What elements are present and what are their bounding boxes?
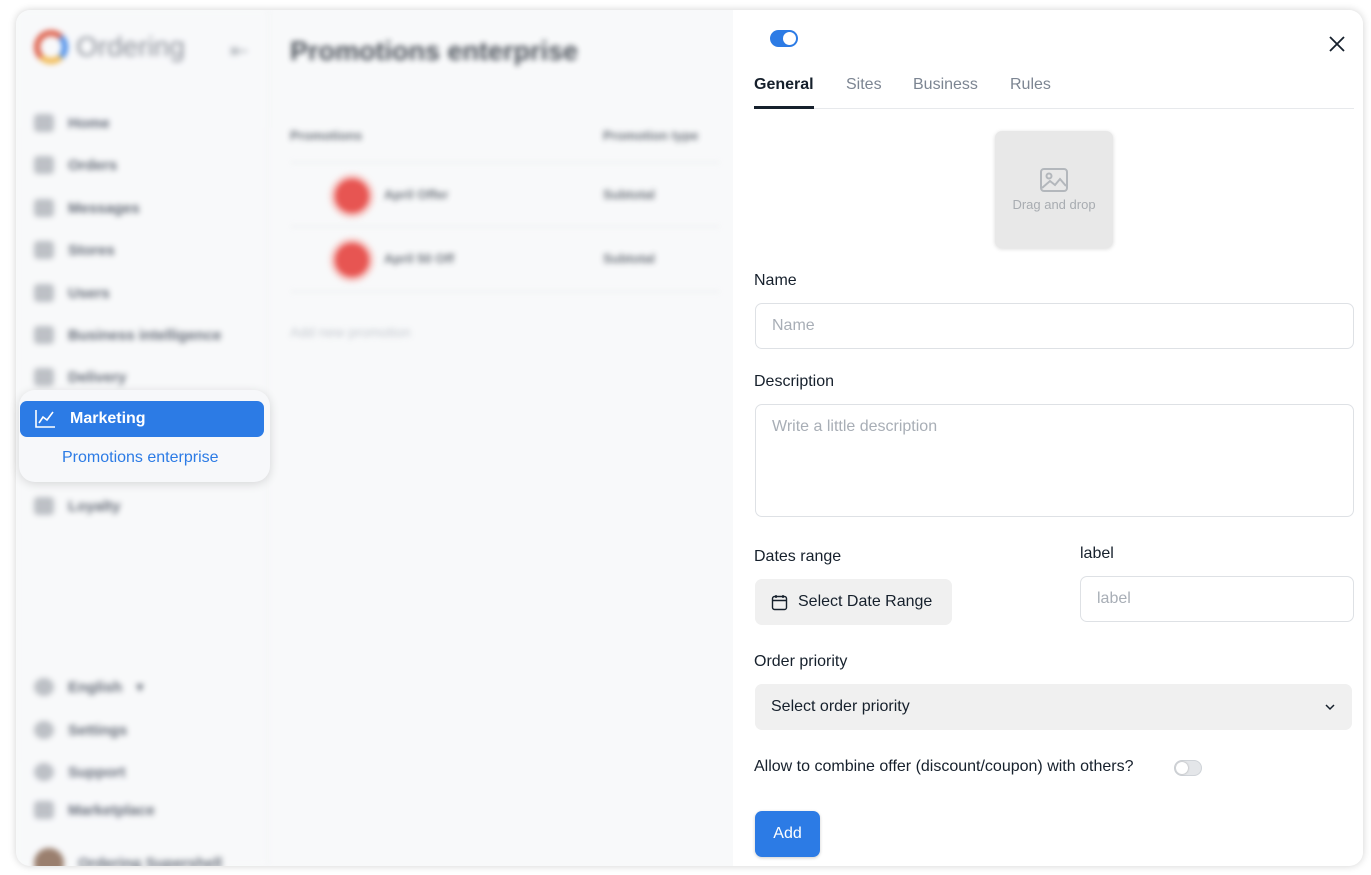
sidebar-item-stores[interactable]: Stores	[34, 241, 115, 259]
divider	[290, 162, 720, 163]
calendar-icon	[771, 594, 788, 610]
enabled-toggle[interactable]	[770, 30, 798, 47]
promotion-name: April Offer	[384, 187, 449, 202]
column-header-promotions: Promotions	[290, 128, 363, 143]
promotion-form-panel: General Sites Business Rules Drag and dr…	[733, 10, 1363, 866]
language-selector[interactable]: English ▾	[34, 678, 144, 696]
order-priority-value: Select order priority	[771, 698, 910, 715]
gear-icon	[34, 721, 54, 739]
logo: Ordering	[34, 30, 185, 64]
users-icon	[34, 284, 54, 302]
description-label: Description	[754, 373, 835, 390]
user-profile[interactable]: Ordering Supershell	[34, 848, 222, 866]
messages-icon	[34, 199, 54, 217]
collapse-sidebar-icon[interactable]: ⇤	[230, 38, 248, 64]
sidebar-item-home[interactable]: Home	[34, 114, 110, 132]
sidebar-item-settings[interactable]: Settings	[34, 721, 127, 739]
tab-bar: General Sites Business Rules	[754, 72, 1354, 109]
orders-icon	[34, 156, 54, 174]
image-icon	[1040, 168, 1068, 192]
promotion-type: Subtotal	[603, 251, 655, 266]
logo-icon	[34, 30, 68, 64]
submenu-item-promotions-enterprise[interactable]: Promotions enterprise	[62, 449, 219, 467]
chevron-down-icon	[1325, 704, 1335, 711]
avatar	[34, 848, 64, 866]
sidebar-item-messages[interactable]: Messages	[34, 199, 140, 217]
sidebar-item-label: Loyalty	[68, 497, 121, 515]
promotion-type: Subtotal	[603, 187, 655, 202]
tag-label: label	[1080, 545, 1114, 562]
home-icon	[34, 114, 54, 132]
promotion-image	[330, 174, 374, 218]
divider	[290, 291, 720, 292]
headset-icon	[34, 763, 54, 781]
dropzone-text: Drag and drop	[1012, 197, 1096, 212]
sidebar-item-label: Marketing	[70, 410, 146, 427]
sidebar-item-label: Messages	[68, 199, 140, 217]
award-icon	[34, 497, 54, 515]
combine-offer-label: Allow to combine offer (discount/coupon)…	[754, 758, 1134, 775]
sidebar-item-support[interactable]: Support	[34, 763, 126, 781]
promotion-name: April 50 Off	[384, 251, 455, 266]
order-priority-label: Order priority	[754, 653, 848, 670]
logo-text: Ordering	[76, 31, 185, 62]
description-textarea[interactable]	[755, 404, 1354, 517]
language-label: English	[68, 678, 123, 696]
promotion-image	[330, 238, 374, 282]
tab-general[interactable]: General	[754, 76, 814, 94]
chevron-down-icon: ▾	[136, 679, 144, 696]
globe-icon	[34, 678, 54, 696]
divider	[290, 226, 720, 227]
line-chart-icon	[35, 410, 55, 428]
sidebar-item-orders[interactable]: Orders	[34, 156, 117, 174]
column-header-promotion-type: Promotion type	[603, 128, 699, 143]
name-label: Name	[754, 272, 797, 289]
chart-icon	[34, 326, 54, 344]
image-dropzone[interactable]: Drag and drop	[995, 131, 1113, 248]
sidebar-item-delivery[interactable]: Delivery	[34, 368, 126, 386]
sidebar-item-users[interactable]: Users	[34, 284, 110, 302]
sidebar-item-loyalty[interactable]: Loyalty	[34, 497, 121, 515]
select-date-range-label: Select Date Range	[798, 593, 933, 610]
sidebar-item-label: Home	[68, 114, 110, 132]
name-input[interactable]	[755, 303, 1354, 349]
sidebar-item-label: Business intelligence	[68, 326, 222, 344]
sidebar-item-label: Stores	[68, 241, 115, 259]
order-priority-select[interactable]: Select order priority	[755, 684, 1352, 730]
add-button[interactable]: Add	[755, 811, 820, 857]
sidebar-item-label: Orders	[68, 156, 118, 174]
page-title: Promotions enterprise	[290, 36, 579, 66]
tab-label: General	[754, 76, 814, 93]
user-name: Ordering Supershell	[78, 854, 223, 867]
sidebar-item-label: Settings	[68, 721, 128, 739]
add-promotion-link[interactable]: Add new promotion	[290, 324, 411, 340]
truck-icon	[34, 368, 54, 386]
sidebar-item-label: Marketplace	[68, 801, 155, 819]
sidebar-item-business-intelligence[interactable]: Business intelligence	[34, 326, 221, 344]
tab-rules[interactable]: Rules	[1010, 76, 1051, 94]
close-icon[interactable]	[1326, 33, 1348, 55]
active-tab-indicator	[754, 106, 814, 109]
store-icon	[34, 241, 54, 259]
sidebar-item-marketplace[interactable]: Marketplace	[34, 801, 155, 819]
tab-business[interactable]: Business	[913, 76, 978, 94]
select-date-range-button[interactable]: Select Date Range	[755, 579, 952, 625]
combine-offer-toggle[interactable]	[1174, 760, 1202, 776]
sidebar-item-marketing[interactable]: Marketing	[20, 401, 264, 437]
sidebar-item-label: Support	[68, 763, 126, 781]
sidebar-item-label: Users	[68, 284, 110, 302]
external-link-icon	[34, 801, 54, 819]
dates-range-label: Dates range	[754, 548, 842, 565]
tab-sites[interactable]: Sites	[846, 76, 882, 94]
sidebar-item-label: Delivery	[68, 368, 127, 386]
tag-input[interactable]	[1080, 576, 1354, 622]
